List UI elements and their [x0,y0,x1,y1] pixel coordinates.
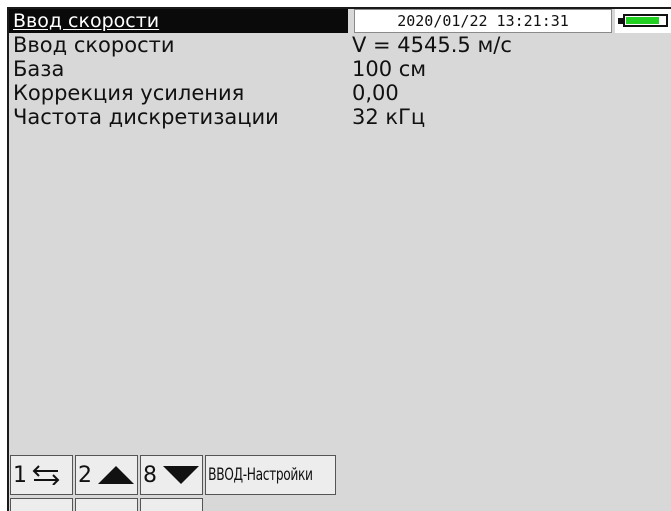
param-value: V = 4545.5 м/с [352,33,512,57]
datetime-display: 2020/01/22 13:21:31 [354,9,612,33]
device-screen: Ввод скорости 2020/01/22 13:21:31 Ввод с… [7,7,671,511]
softkey-stub [10,498,73,511]
param-label: Коррекция усиления [13,81,245,105]
lower-softkey-stubs [9,498,671,511]
softkey-stub [75,498,138,511]
enter-settings-button[interactable]: ВВОД-Настройки [205,455,336,495]
param-label: Частота дискретизации [13,105,279,129]
param-label: Ввод скорости [13,33,175,57]
parameter-list: Ввод скорости V = 4545.5 м/с База 100 см… [9,33,671,129]
param-label: База [13,57,65,81]
param-value: 100 см [352,57,427,81]
softkey-bar: 1 2 8 ВВОД-Настройки [9,455,671,495]
param-value: 32 кГц [352,105,426,129]
up-triangle-icon [96,464,136,486]
battery-indicator [615,9,671,33]
key-number: 8 [143,462,157,488]
down-key-button[interactable]: 8 [140,455,203,495]
softkey-stub [140,498,203,511]
back-arrow-icon [30,465,60,485]
battery-level-fill [626,17,659,24]
key-label: ВВОД-Настройки [208,465,313,485]
screen-title: Ввод скорости [9,9,348,33]
down-triangle-icon [161,464,201,486]
param-row-gain-correction[interactable]: Коррекция усиления 0,00 [9,81,671,105]
header-bar: Ввод скорости 2020/01/22 13:21:31 [9,9,671,35]
back-key-button[interactable]: 1 [10,455,73,495]
param-row-velocity[interactable]: Ввод скорости V = 4545.5 м/с [9,33,671,57]
key-number: 1 [13,462,27,488]
battery-icon [623,14,668,27]
param-row-sample-rate[interactable]: Частота дискретизации 32 кГц [9,105,671,129]
key-number: 2 [78,462,92,488]
up-key-button[interactable]: 2 [75,455,138,495]
param-row-base[interactable]: База 100 см [9,57,671,81]
param-value: 0,00 [352,81,399,105]
